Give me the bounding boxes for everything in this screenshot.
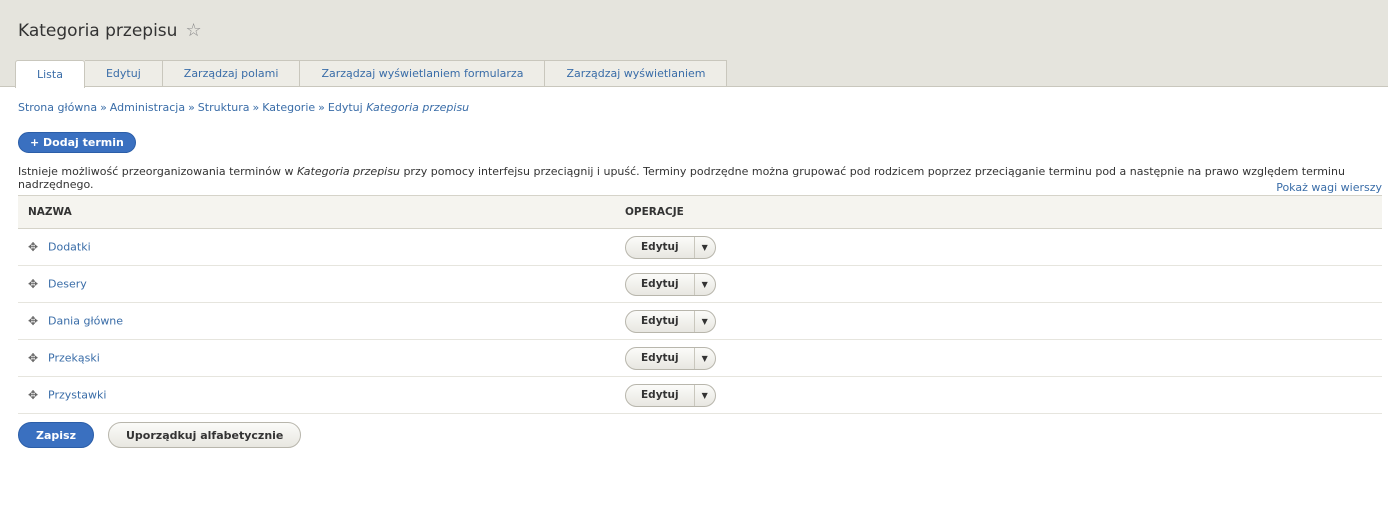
tab-manage-display[interactable]: Zarządzaj wyświetlaniem <box>545 60 728 86</box>
column-header-name: NAZWA <box>18 195 615 229</box>
page-title-text: Kategoria przepisu <box>18 20 178 41</box>
term-link[interactable]: Dodatki <box>48 241 91 254</box>
save-button[interactable]: Zapisz <box>18 422 94 448</box>
edit-button[interactable]: Edytuj <box>626 384 695 406</box>
breadcrumb-edit-prefix: Edytuj <box>327 101 363 114</box>
tab-manage-form-display[interactable]: Zarządzaj wyświetlaniem formularza <box>300 60 546 86</box>
tab-manage-fields[interactable]: Zarządzaj polami <box>162 60 301 86</box>
star-icon[interactable]: ☆ <box>185 20 201 41</box>
term-link[interactable]: Dania główne <box>48 315 123 328</box>
breadcrumb-separator: » <box>188 101 195 114</box>
drag-handle-icon[interactable]: ✥ <box>28 351 40 365</box>
table-row: ✥ Desery Edytuj ▼ <box>18 265 1382 303</box>
operations-dropbutton: Edytuj ▼ <box>625 383 716 407</box>
chevron-down-icon[interactable]: ▼ <box>695 274 715 295</box>
breadcrumb-administration[interactable]: Administracja <box>110 101 185 114</box>
edit-button[interactable]: Edytuj <box>626 273 695 295</box>
reset-alphabetical-button[interactable]: Uporządkuj alfabetycznie <box>108 422 302 448</box>
edit-button[interactable]: Edytuj <box>626 310 695 332</box>
drag-handle-icon[interactable]: ✥ <box>28 277 40 291</box>
table-header-row: NAZWA OPERACJE <box>18 195 1382 229</box>
tab-lista[interactable]: Lista <box>15 60 85 88</box>
breadcrumb-separator: » <box>318 101 325 114</box>
drag-handle-icon[interactable]: ✥ <box>28 314 40 328</box>
breadcrumb-separator: » <box>252 101 260 114</box>
table-row: ✥ Przekąski Edytuj ▼ <box>18 339 1382 377</box>
terms-table: NAZWA OPERACJE ✥ Dodatki Edytuj ▼ ✥ Desery … <box>18 195 1382 414</box>
drag-handle-icon[interactable]: ✥ <box>28 388 40 402</box>
show-row-weights-link[interactable]: Pokaż wagi wierszy <box>1276 181 1382 194</box>
breadcrumb-structure[interactable]: Struktura <box>198 101 250 114</box>
chevron-down-icon[interactable]: ▼ <box>695 237 715 258</box>
help-text-vocabulary: Kategoria przepisu <box>296 165 400 178</box>
table-row: ✥ Dodatki Edytuj ▼ <box>18 228 1382 266</box>
column-header-operations: OPERACJE <box>615 195 1382 229</box>
breadcrumb: Strona główna» Administracja» Struktura» Ka… <box>18 101 469 114</box>
term-link[interactable]: Przystawki <box>48 389 106 402</box>
table-row: ✥ Przystawki Edytuj ▼ <box>18 376 1382 414</box>
operations-dropbutton: Edytuj ▼ <box>625 235 716 259</box>
breadcrumb-categories[interactable]: Kategorie <box>262 101 315 114</box>
drag-handle-icon[interactable]: ✥ <box>28 240 40 254</box>
help-text: Istnieje możliwość przeorganizowania ter… <box>18 165 1388 191</box>
breadcrumb-home[interactable]: Strona główna <box>18 101 97 114</box>
page-title: Kategoria przepisu ☆ <box>18 20 202 41</box>
operations-dropbutton: Edytuj ▼ <box>625 346 716 370</box>
breadcrumb-vocabulary-name: Kategoria przepisu <box>366 101 470 114</box>
chevron-down-icon[interactable]: ▼ <box>695 311 715 332</box>
add-term-button[interactable]: + Dodaj termin <box>18 132 136 153</box>
edit-button[interactable]: Edytuj <box>626 347 695 369</box>
term-link[interactable]: Przekąski <box>48 352 100 365</box>
primary-tabs: Lista Edytuj Zarządzaj polami Zarządzaj … <box>15 60 728 88</box>
operations-dropbutton: Edytuj ▼ <box>625 309 716 333</box>
edit-button[interactable]: Edytuj <box>626 236 695 258</box>
breadcrumb-separator: » <box>100 101 107 114</box>
help-text-before: Istnieje możliwość przeorganizowania ter… <box>18 165 297 178</box>
operations-dropbutton: Edytuj ▼ <box>625 272 716 296</box>
tab-edytuj[interactable]: Edytuj <box>84 60 163 86</box>
term-link[interactable]: Desery <box>48 278 87 291</box>
table-row: ✥ Dania główne Edytuj ▼ <box>18 302 1382 340</box>
chevron-down-icon[interactable]: ▼ <box>695 348 715 369</box>
form-actions: Zapisz Uporządkuj alfabetycznie <box>18 422 302 448</box>
chevron-down-icon[interactable]: ▼ <box>695 385 715 406</box>
page-header: Kategoria przepisu ☆ Lista Edytuj Zarząd… <box>0 0 1388 88</box>
breadcrumb-edit-vocabulary[interactable]: Edytuj Kategoria przepisu <box>328 101 469 114</box>
